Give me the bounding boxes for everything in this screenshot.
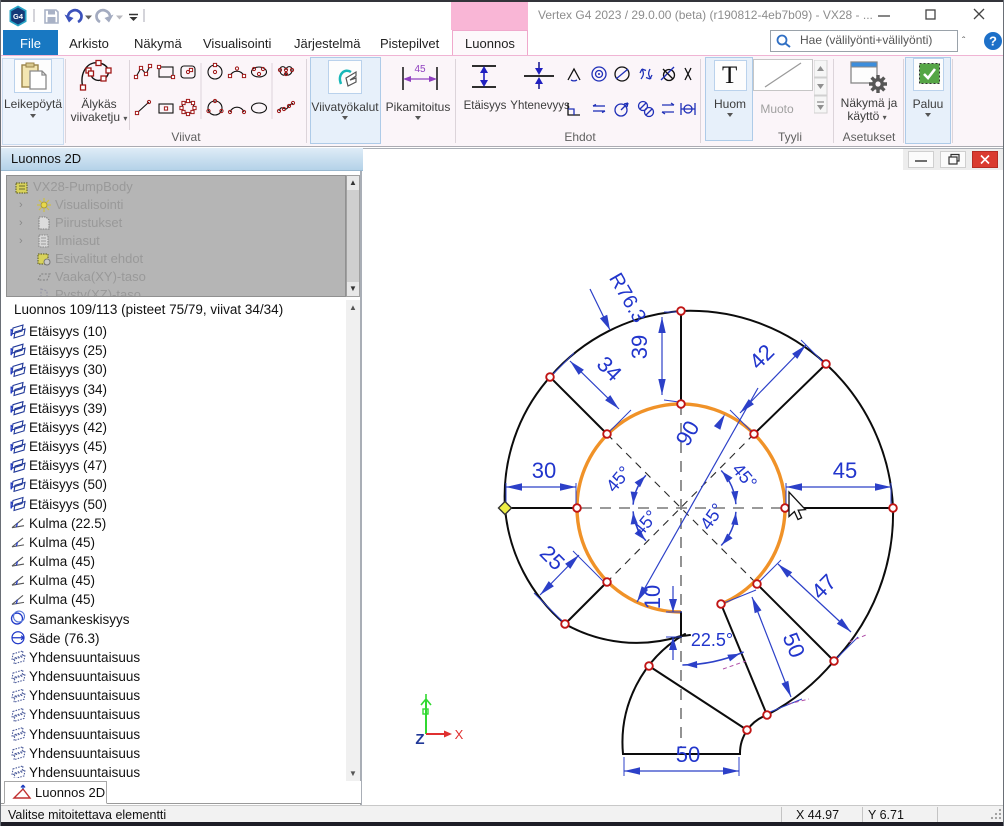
svg-text:42: 42	[744, 339, 779, 374]
svg-text:30: 30	[532, 458, 556, 483]
svg-text:R76.3: R76.3	[604, 269, 650, 326]
svg-text:90: 90	[671, 416, 705, 450]
svg-text:45: 45	[833, 458, 857, 483]
svg-text:22.5°: 22.5°	[691, 630, 733, 650]
svg-text:39: 39	[627, 335, 652, 359]
svg-text:50: 50	[778, 629, 810, 661]
svg-text:34: 34	[592, 351, 627, 386]
svg-text:X: X	[455, 727, 464, 742]
svg-text:45°: 45°	[696, 500, 728, 534]
svg-text:50: 50	[676, 742, 700, 767]
svg-text:Z: Z	[415, 731, 424, 748]
svg-text:45°: 45°	[629, 506, 662, 540]
svg-text:47: 47	[806, 569, 841, 604]
svg-text:45°: 45°	[602, 462, 635, 496]
